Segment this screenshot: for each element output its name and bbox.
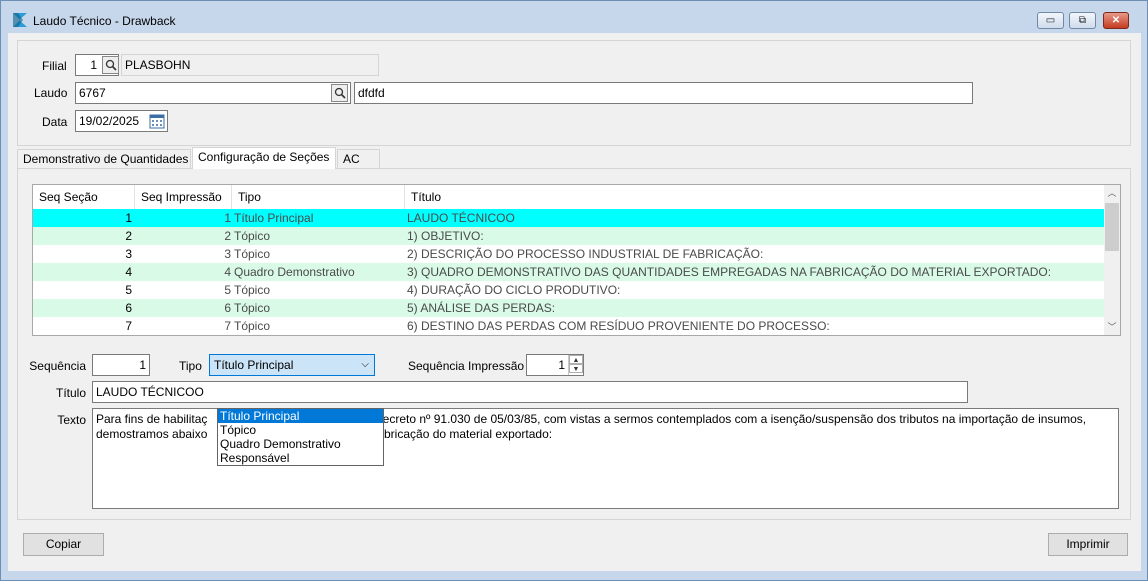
table-row[interactable]: 6 6 Tópico 5) ANÁLISE DAS PERDAS: bbox=[33, 299, 1105, 317]
cell-seq-secao: 2 bbox=[125, 229, 132, 243]
cell-seq-impressao: 3 bbox=[224, 247, 231, 261]
minimize-button[interactable]: ▭ bbox=[1037, 12, 1064, 29]
cell-tipo: Quadro Demonstrativo bbox=[234, 265, 355, 279]
cell-seq-secao: 7 bbox=[125, 319, 132, 333]
maximize-button[interactable]: ⧉ bbox=[1069, 12, 1096, 29]
spin-up-icon[interactable]: ▲ bbox=[569, 355, 583, 364]
cell-tipo: Tópico bbox=[234, 319, 271, 333]
column-header-titulo[interactable]: Título bbox=[405, 185, 1105, 209]
cell-titulo: 3) QUADRO DEMONSTRATIVO DAS QUANTIDADES … bbox=[407, 265, 1052, 279]
cell-titulo: 6) DESTINO DAS PERDAS COM RESÍDUO PROVEN… bbox=[407, 319, 830, 333]
minimize-icon: ▭ bbox=[1045, 15, 1056, 26]
laudo-lookup-icon[interactable] bbox=[331, 84, 348, 102]
table-row[interactable]: 4 4 Quadro Demonstrativo 3) QUADRO DEMONSTR… bbox=[33, 263, 1105, 281]
chevron-down-icon: ⌵ bbox=[361, 359, 369, 370]
texto-line-2-start: demostramos abaixo bbox=[96, 427, 208, 441]
filial-label: Filial bbox=[42, 59, 67, 73]
cell-seq-secao: 3 bbox=[125, 247, 132, 261]
tipo-dropdown-list[interactable]: Título Principal Tópico Quadro Demonstra… bbox=[217, 408, 384, 466]
table-row[interactable]: 1 1 Título Principal LAUDO TÉCNICOO bbox=[33, 209, 1105, 227]
imprimir-button[interactable]: Imprimir bbox=[1048, 533, 1128, 556]
sections-grid[interactable]: Seq Seção Seq Impressão Tipo Título 1 1 Tí… bbox=[32, 184, 1121, 336]
texto-line-2: demostramos abaixo fabricação do material… bbox=[96, 427, 552, 442]
tipo-select[interactable]: Título Principal ⌵ bbox=[209, 354, 375, 376]
texto-line-1-start: Para fins de habilitaç bbox=[96, 412, 208, 426]
table-row[interactable]: 3 3 Tópico 2) DESCRIÇÃO DO PROCESSO INDUSTR… bbox=[33, 245, 1105, 263]
column-header-tipo[interactable]: Tipo bbox=[232, 185, 405, 209]
sequencia-input[interactable]: 1 bbox=[92, 354, 150, 376]
sections-panel: Seq Seção Seq Impressão Tipo Título 1 1 Tí… bbox=[17, 168, 1131, 520]
laudo-label: Laudo bbox=[34, 86, 68, 100]
cell-seq-impressao: 2 bbox=[224, 229, 231, 243]
sequencia-impressao-label: Sequência Impressão bbox=[408, 359, 525, 373]
data-label: Data bbox=[42, 115, 68, 129]
cell-tipo: Tópico bbox=[234, 229, 271, 243]
filial-name-field: PLASBOHN bbox=[121, 54, 379, 76]
cell-seq-secao: 6 bbox=[125, 301, 132, 315]
tipo-option-topico[interactable]: Tópico bbox=[218, 423, 383, 437]
cell-titulo: 1) OBJETIVO: bbox=[407, 229, 484, 243]
cell-seq-impressao: 6 bbox=[224, 301, 231, 315]
cell-tipo: Tópico bbox=[234, 301, 271, 315]
tab-configuracao-secoes[interactable]: Configuração de Seções bbox=[192, 147, 336, 169]
titulo-input[interactable]: LAUDO TÉCNICOO bbox=[92, 381, 968, 403]
calendar-icon[interactable] bbox=[149, 113, 165, 129]
title-bar[interactable]: Laudo Técnico - Drawback ▭ ⧉ ✕ bbox=[1, 1, 1147, 31]
titulo-label: Título bbox=[55, 386, 86, 400]
texto-line-1-end: Decreto nº 91.030 de 05/03/85, com vista… bbox=[374, 412, 1087, 426]
copiar-button[interactable]: Copiar bbox=[23, 533, 104, 556]
scroll-up-icon[interactable]: ︿ bbox=[1104, 185, 1120, 201]
client-area: Filial 1 PLASBOHN Laudo 6767 dfdfd Data … bbox=[8, 33, 1141, 571]
cell-titulo: 4) DURAÇÃO DO CICLO PRODUTIVO: bbox=[407, 283, 621, 297]
cell-tipo: Título Principal bbox=[234, 211, 314, 225]
spin-down-icon[interactable]: ▼ bbox=[569, 364, 583, 373]
window-title: Laudo Técnico - Drawback bbox=[33, 14, 176, 28]
cell-seq-impressao: 5 bbox=[224, 283, 231, 297]
tipo-option-responsavel[interactable]: Responsável bbox=[218, 451, 383, 465]
cell-titulo: 2) DESCRIÇÃO DO PROCESSO INDUSTRIAL DE F… bbox=[407, 247, 764, 261]
tab-demonstrativo[interactable]: Demonstrativo de Quantidades bbox=[17, 149, 191, 168]
scroll-down-icon[interactable]: ﹀ bbox=[1104, 319, 1120, 335]
table-row[interactable]: 7 7 Tópico 6) DESTINO DAS PERDAS COM RESÍDU… bbox=[33, 317, 1105, 335]
restore-icon: ⧉ bbox=[1078, 15, 1087, 26]
tipo-select-value: Título Principal bbox=[214, 358, 294, 372]
main-window: Laudo Técnico - Drawback ▭ ⧉ ✕ Filial 1 … bbox=[0, 0, 1148, 581]
sequencia-label: Sequência bbox=[29, 359, 86, 373]
close-icon: ✕ bbox=[1111, 15, 1121, 26]
laudo-description-input[interactable]: dfdfd bbox=[354, 82, 973, 104]
table-row[interactable]: 5 5 Tópico 4) DURAÇÃO DO CICLO PRODUTIVO: bbox=[33, 281, 1105, 299]
grid-scrollbar[interactable]: ︿ ﹀ bbox=[1104, 185, 1120, 335]
header-panel: Filial 1 PLASBOHN Laudo 6767 dfdfd Data … bbox=[17, 40, 1131, 146]
texto-label: Texto bbox=[57, 413, 86, 427]
sequencia-impressao-spinner[interactable]: ▲ ▼ bbox=[568, 355, 583, 375]
tipo-option-quadro-demonstrativo[interactable]: Quadro Demonstrativo bbox=[218, 437, 383, 451]
tab-ac[interactable]: AC bbox=[337, 149, 380, 168]
cell-tipo: Tópico bbox=[234, 247, 271, 261]
texto-line-1: Para fins de habilitaç Decreto nº 91.030 … bbox=[96, 412, 1086, 427]
cell-seq-secao: 5 bbox=[125, 283, 132, 297]
cell-tipo: Tópico bbox=[234, 283, 271, 297]
cell-seq-impressao: 7 bbox=[224, 319, 231, 333]
cell-seq-secao: 1 bbox=[125, 211, 132, 225]
column-header-seq-impressao[interactable]: Seq Impressão bbox=[135, 185, 232, 209]
tipo-option-titulo-principal[interactable]: Título Principal bbox=[218, 409, 383, 423]
column-header-seq-secao[interactable]: Seq Seção bbox=[33, 185, 135, 209]
close-button[interactable]: ✕ bbox=[1103, 12, 1129, 29]
table-row[interactable]: 2 2 Tópico 1) OBJETIVO: bbox=[33, 227, 1105, 245]
scroll-thumb[interactable] bbox=[1105, 203, 1119, 251]
cell-seq-impressao: 4 bbox=[224, 265, 231, 279]
laudo-input[interactable]: 6767 bbox=[75, 82, 351, 104]
filial-lookup-icon[interactable] bbox=[102, 56, 119, 74]
cell-titulo: 5) ANÁLISE DAS PERDAS: bbox=[407, 301, 556, 315]
texto-line-2-end: fabricação do material exportado: bbox=[374, 427, 553, 441]
cell-seq-secao: 4 bbox=[125, 265, 132, 279]
cell-titulo: LAUDO TÉCNICOO bbox=[407, 211, 515, 225]
app-logo-icon bbox=[13, 13, 27, 27]
cell-seq-impressao: 1 bbox=[224, 211, 231, 225]
tipo-label: Tipo bbox=[179, 359, 202, 373]
